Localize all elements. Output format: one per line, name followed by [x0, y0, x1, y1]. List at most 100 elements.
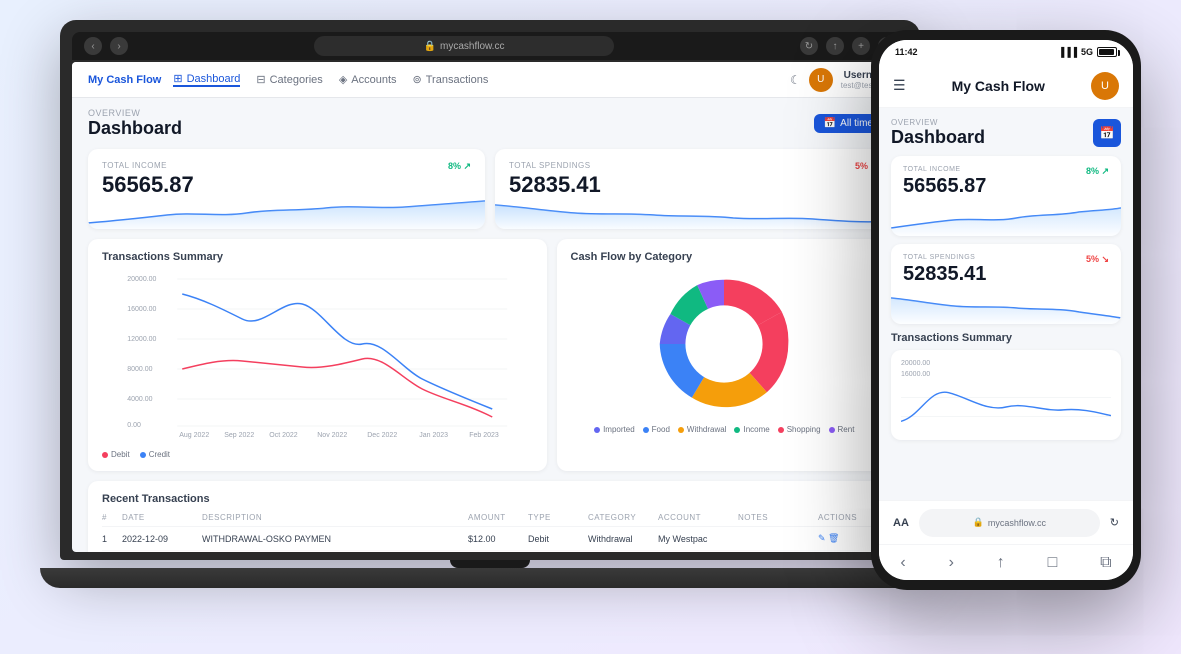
phone-frame: 11:42 ▐▐▐ 5G ☰ My Cash Flow U	[871, 30, 1141, 590]
transactions-chart-legend: Debit Credit	[102, 450, 533, 459]
debit-legend-dot	[102, 452, 108, 458]
phone-content: OVERVIEW Dashboard 📅 TOTAL INCOME 56565.…	[879, 108, 1133, 500]
row-description: WITHDRAWAL-OSKO PAYMEN	[202, 534, 468, 544]
phone-chart-y1: 20000.00	[901, 360, 930, 367]
income-card: TOTAL INCOME 56565.87 8% ↗	[88, 149, 485, 229]
income-badge: 8% ↗	[448, 161, 471, 172]
phone-font-size-btn[interactable]: AA	[893, 517, 909, 529]
svg-text:Nov 2022: Nov 2022	[317, 432, 347, 439]
dashboard-title: Dashboard	[88, 118, 182, 139]
laptop-notch	[450, 560, 530, 568]
stat-cards: TOTAL INCOME 56565.87 8% ↗	[88, 149, 892, 229]
phone-spending-card: TOTAL SPENDINGS 52835.41 5% ↘	[891, 244, 1121, 324]
laptop-container: ‹ › 🔒 mycashflow.cc ↻ ↑ + ⧉ My Cash Flow	[60, 20, 920, 600]
charts-row: Transactions Summary 20000.00 16000.00 1…	[88, 239, 892, 471]
svg-text:0.00: 0.00	[127, 422, 141, 429]
phone-forward-btn[interactable]: ›	[949, 554, 954, 572]
accounts-icon: ◈	[339, 73, 347, 86]
legend-income: Income	[734, 425, 769, 434]
legend-credit: Credit	[140, 450, 170, 459]
cashflow-legend: Imported Food Withdrawal	[571, 425, 879, 434]
phone-lock-icon: 🔒	[973, 517, 984, 528]
col-date: DATE	[122, 513, 202, 522]
svg-text:16000.00: 16000.00	[127, 306, 156, 313]
col-description: DESCRIPTION	[202, 513, 468, 522]
phone-url-bar[interactable]: 🔒 mycashflow.cc	[919, 509, 1100, 537]
phone-income-label: TOTAL INCOME	[903, 166, 1109, 173]
spending-label: TOTAL SPENDINGS	[509, 161, 878, 170]
row-account: My Westpac	[658, 534, 738, 544]
phone-mini-chart: 20000.00 16000.00	[891, 350, 1121, 440]
nav-dashboard[interactable]: ⊞ Dashboard	[173, 72, 240, 87]
legend-food: Food	[643, 425, 670, 434]
donut-chart-area	[571, 269, 879, 419]
phone-spending-chart	[891, 288, 1121, 324]
phone-share-btn[interactable]: ↑	[997, 554, 1005, 572]
calendar-icon: 📅	[1100, 126, 1115, 140]
phone-bookmarks-btn[interactable]: □	[1048, 554, 1058, 572]
add-tab-btn[interactable]: +	[852, 37, 870, 55]
cashflow-category-card: Cash Flow by Category	[557, 239, 893, 471]
phone-container: 11:42 ▐▐▐ 5G ☰ My Cash Flow U	[871, 30, 1141, 590]
row-actions[interactable]: ✎ 🗑	[818, 533, 878, 544]
svg-text:20000.00: 20000.00	[127, 276, 156, 283]
phone-status-right: ▐▐▐ 5G	[1058, 47, 1117, 57]
app-logo: My Cash Flow	[88, 74, 161, 86]
debit-legend-label: Debit	[111, 450, 130, 459]
dark-mode-icon[interactable]: ☾	[790, 73, 801, 87]
phone-income-chart	[891, 200, 1121, 236]
phone-time: 11:42	[895, 47, 918, 57]
phone-calendar-btn[interactable]: 📅	[1093, 119, 1121, 147]
phone-income-badge: 8% ↗	[1086, 166, 1109, 177]
phone-user-avatar[interactable]: U	[1091, 72, 1119, 100]
laptop-screen: My Cash Flow ⊞ Dashboard ⊟ Categories ◈ …	[72, 62, 908, 552]
phone-back-btn[interactable]: ‹	[900, 554, 905, 572]
col-amount: AMOUNT	[468, 513, 528, 522]
nav-transactions[interactable]: ⊚ Transactions	[413, 73, 489, 86]
legend-imported: Imported	[594, 425, 635, 434]
row-id: 1	[102, 534, 122, 544]
filter-label: All time	[840, 118, 873, 129]
hamburger-icon[interactable]: ☰	[893, 77, 906, 94]
url-text: mycashflow.cc	[440, 41, 504, 52]
spending-chart	[495, 193, 892, 229]
legend-rent: Rent	[829, 425, 855, 434]
legend-withdrawal: Withdrawal	[678, 425, 727, 434]
phone-dashboard-title-area: OVERVIEW Dashboard	[891, 118, 985, 148]
credit-legend-dot	[140, 452, 146, 458]
phone-transactions-svg	[901, 382, 1111, 432]
svg-text:4000.00: 4000.00	[127, 396, 152, 403]
recent-transactions-title: Recent Transactions	[102, 493, 878, 505]
share-btn[interactable]: ↑	[826, 37, 844, 55]
phone-dashboard-header: OVERVIEW Dashboard 📅	[891, 118, 1121, 148]
row-amount: $12.00	[468, 534, 528, 544]
row-type: Debit	[528, 534, 588, 544]
lock-icon: 🔒	[424, 41, 436, 52]
svg-text:Sep 2022: Sep 2022	[224, 432, 254, 439]
transactions-chart-svg: 20000.00 16000.00 12000.00 8000.00 4000.…	[102, 269, 533, 439]
battery-fill	[1099, 49, 1114, 55]
reload-btn[interactable]: ↻	[800, 37, 818, 55]
laptop-back-btn[interactable]: ‹	[84, 37, 102, 55]
laptop-url-bar[interactable]: 🔒 mycashflow.cc	[314, 36, 614, 56]
phone-app-header: ☰ My Cash Flow U	[879, 64, 1133, 108]
laptop-forward-btn[interactable]: ›	[110, 37, 128, 55]
svg-text:Jan 2023: Jan 2023	[419, 432, 448, 439]
income-chart	[88, 193, 485, 229]
laptop-base	[40, 568, 940, 588]
legend-shopping: Shopping	[778, 425, 821, 434]
phone-income-card: TOTAL INCOME 56565.87 8% ↗	[891, 156, 1121, 236]
nav-accounts[interactable]: ◈ Accounts	[339, 73, 397, 86]
phone-tabs-btn[interactable]: ⧉	[1100, 554, 1111, 572]
categories-icon: ⊟	[256, 73, 265, 86]
transactions-icon: ⊚	[413, 73, 422, 86]
nav-categories[interactable]: ⊟ Categories	[256, 73, 322, 86]
phone-reload-btn[interactable]: ↻	[1110, 516, 1119, 529]
svg-text:Oct 2022: Oct 2022	[269, 432, 298, 439]
svg-text:Aug 2022: Aug 2022	[179, 432, 209, 439]
transactions-chart-title: Transactions Summary	[102, 251, 533, 263]
svg-text:12000.00: 12000.00	[127, 336, 156, 343]
laptop-frame: ‹ › 🔒 mycashflow.cc ↻ ↑ + ⧉ My Cash Flow	[60, 20, 920, 560]
overview-label: OVERVIEW	[88, 108, 182, 118]
col-id: #	[102, 513, 122, 522]
